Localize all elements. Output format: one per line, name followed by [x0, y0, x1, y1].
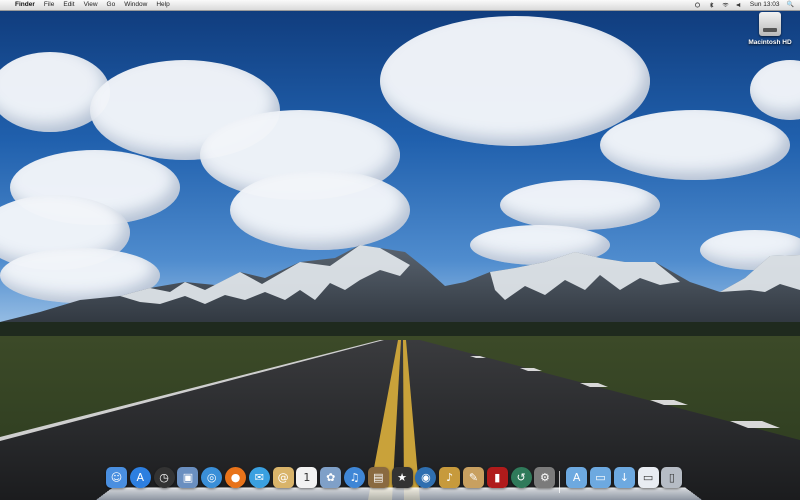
menu-window[interactable]: Window	[124, 0, 147, 10]
app-store-icon[interactable]: A	[129, 467, 151, 488]
time-machine-status-icon[interactable]	[694, 2, 701, 8]
downloads-folder-icon[interactable]: ↓	[613, 467, 635, 488]
ichat-icon[interactable]: ✉	[248, 467, 270, 488]
garageband-icon[interactable]: ♪	[439, 467, 461, 488]
menu-view[interactable]: View	[84, 0, 98, 10]
system-preferences-icon[interactable]: ⚙	[534, 467, 556, 488]
documents-folder-icon[interactable]: ▭	[590, 467, 611, 488]
mountain-range	[0, 245, 800, 330]
bluetooth-icon[interactable]	[708, 2, 715, 8]
menu-bar: Finder File Edit View Go Window Help Sun…	[0, 0, 800, 11]
menu-file[interactable]: File	[44, 0, 54, 10]
dock: ☺ A ◷ ▣ ◎ ● ✉ @1 ✿ ♫ ▤ ★ ◉ ♪ ✎ ▮ ↺ ⚙ A ▭ ↓ ▭ ▯	[96, 466, 702, 500]
image-icon[interactable]: ▤	[367, 467, 389, 488]
dashboard-icon[interactable]: ◷	[153, 467, 175, 488]
hard-drive-icon	[759, 12, 781, 36]
menu-app-name[interactable]: Finder	[15, 0, 35, 10]
screen-sharing-icon[interactable]: ▭	[637, 467, 659, 488]
dvd-player-icon[interactable]: ◉	[415, 467, 437, 488]
address-book-icon[interactable]: @	[272, 467, 294, 488]
landscape	[0, 245, 800, 500]
utility-icon[interactable]: ✎	[463, 467, 484, 488]
clock[interactable]: Sun 13:03	[750, 0, 780, 10]
applications-folder-icon[interactable]: A	[566, 467, 588, 488]
finder-icon[interactable]: ☺	[106, 467, 127, 488]
desktop-icon-label: Macintosh HD	[748, 39, 792, 46]
photo-booth-icon[interactable]: ▮	[486, 467, 508, 488]
time-machine-icon[interactable]: ↺	[510, 467, 532, 488]
dock-separator[interactable]	[559, 471, 561, 493]
volume-icon[interactable]	[736, 2, 743, 8]
desktop-icon-macintosh-hd[interactable]: Macintosh HD	[748, 12, 792, 46]
wifi-icon[interactable]	[722, 2, 729, 8]
menu-go[interactable]: Go	[107, 0, 116, 10]
menu-help[interactable]: Help	[156, 0, 169, 10]
safari-icon[interactable]: ◎	[201, 467, 223, 488]
trash-icon[interactable]: ▯	[661, 467, 683, 488]
firefox-icon[interactable]: ●	[225, 467, 246, 488]
preview-icon[interactable]: ▣	[177, 467, 199, 488]
ical-icon[interactable]: 1	[296, 467, 318, 488]
menu-edit[interactable]: Edit	[63, 0, 74, 10]
itunes-icon[interactable]: ♫	[344, 467, 365, 488]
desktop-wallpaper	[0, 0, 800, 500]
imovie-icon[interactable]: ★	[391, 467, 413, 488]
iphoto-icon[interactable]: ✿	[320, 467, 342, 488]
spotlight-search-icon[interactable]: 🔍	[787, 0, 794, 10]
